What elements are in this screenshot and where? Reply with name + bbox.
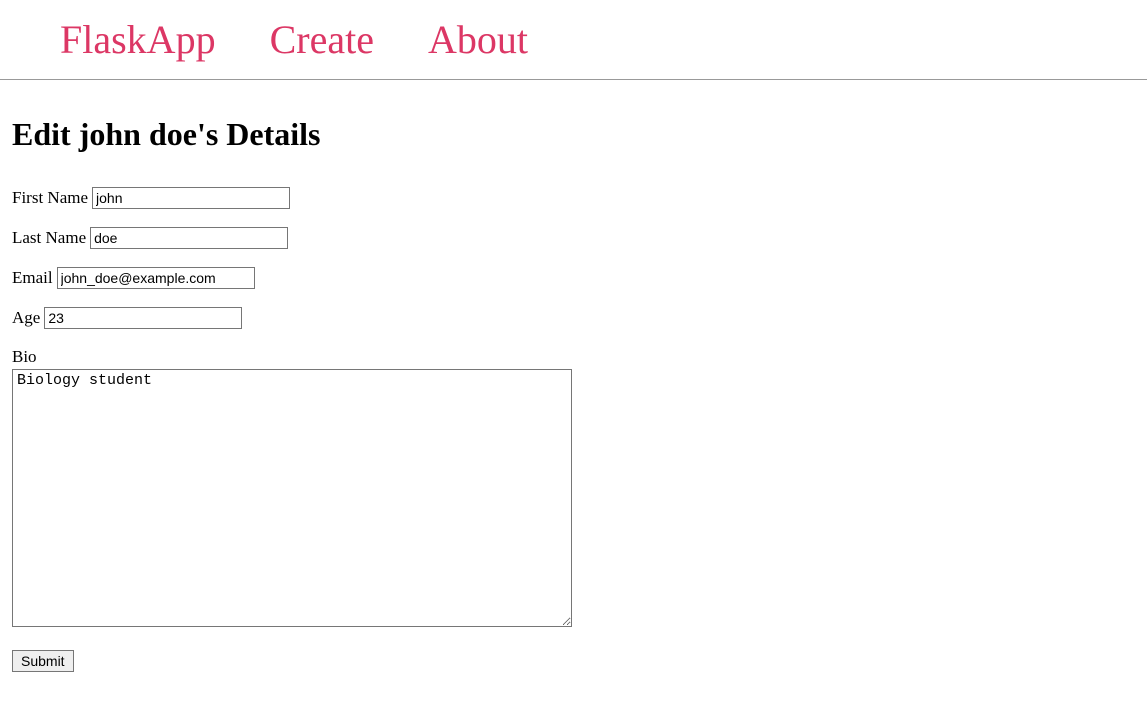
age-row: Age <box>12 307 1135 329</box>
firstname-input[interactable] <box>92 187 290 209</box>
navbar: FlaskApp Create About <box>0 0 1147 80</box>
submit-row: Submit <box>12 650 1135 672</box>
lastname-row: Last Name <box>12 227 1135 249</box>
nav-create-link[interactable]: Create <box>270 0 374 80</box>
edit-student-form: First Name Last Name Email Age Bio Submi… <box>12 187 1135 672</box>
bio-label: Bio <box>12 347 1135 367</box>
email-label: Email <box>12 268 53 288</box>
age-label: Age <box>12 308 40 328</box>
submit-button[interactable]: Submit <box>12 650 74 672</box>
nav-brand-link[interactable]: FlaskApp <box>60 0 216 80</box>
lastname-input[interactable] <box>90 227 288 249</box>
age-input[interactable] <box>44 307 242 329</box>
bio-row: Bio <box>12 347 1135 632</box>
email-row: Email <box>12 267 1135 289</box>
email-input[interactable] <box>57 267 255 289</box>
content-area: Edit john doe's Details First Name Last … <box>0 80 1147 684</box>
nav-about-link[interactable]: About <box>428 0 528 80</box>
firstname-row: First Name <box>12 187 1135 209</box>
page-title: Edit john doe's Details <box>12 116 1135 153</box>
firstname-label: First Name <box>12 188 88 208</box>
lastname-label: Last Name <box>12 228 86 248</box>
bio-textarea[interactable] <box>12 369 572 627</box>
